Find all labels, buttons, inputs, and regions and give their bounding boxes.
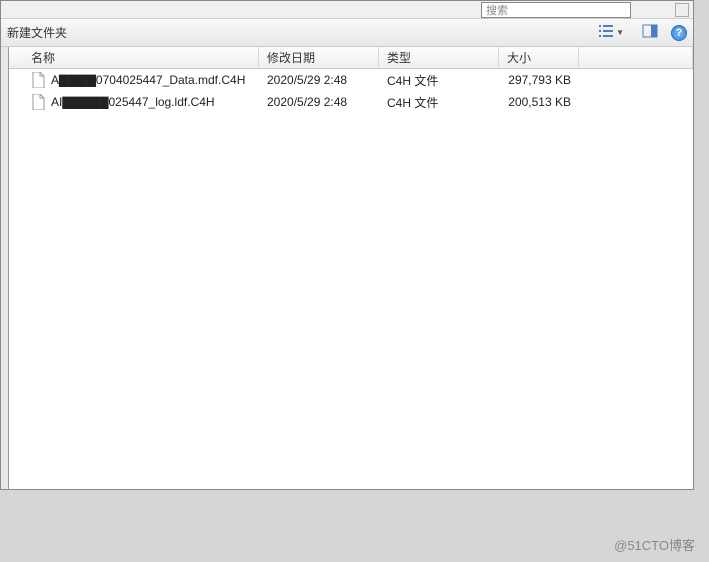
file-icon [31, 94, 45, 110]
preview-pane-button[interactable] [637, 20, 663, 45]
file-date: 2020/5/29 2:48 [259, 73, 379, 87]
column-header-size[interactable]: 大小 [499, 47, 579, 68]
view-mode-dropdown[interactable]: ▼ [593, 20, 629, 45]
window-control-icon[interactable] [675, 3, 689, 17]
toolbar: 新建文件夹 ▼ ? [1, 19, 693, 47]
search-placeholder: 搜索 [486, 2, 508, 18]
file-size: 297,793 KB [499, 73, 579, 87]
column-header-spacer [579, 47, 693, 68]
watermark-text: @51CTO博客 [614, 535, 695, 554]
column-header-type[interactable]: 类型 [379, 47, 499, 68]
file-type: C4H 文件 [379, 72, 499, 89]
table-row[interactable]: A▇▇▇▇0704025447_Data.mdf.C4H 2020/5/29 2… [9, 69, 693, 91]
table-row[interactable]: AI▇▇▇▇▇025447_log.ldf.C4H 2020/5/29 2:48… [9, 91, 693, 113]
explorer-window: 搜索 新建文件夹 ▼ ? [0, 0, 694, 490]
file-size: 200,513 KB [499, 95, 579, 109]
file-type: C4H 文件 [379, 94, 499, 111]
view-list-icon [598, 23, 614, 42]
help-icon[interactable]: ? [671, 25, 687, 41]
search-input[interactable]: 搜索 [481, 2, 631, 18]
preview-pane-icon [642, 23, 658, 42]
file-name: AI▇▇▇▇▇025447_log.ldf.C4H [51, 95, 215, 109]
column-header-date[interactable]: 修改日期 [259, 47, 379, 68]
address-bar-row: 搜索 [1, 1, 693, 19]
file-list-view[interactable]: 名称 修改日期 类型 大小 A▇▇▇▇0704025447_Data.mdf.C… [9, 47, 693, 489]
column-header-name[interactable]: 名称 [9, 47, 259, 68]
new-folder-button[interactable]: 新建文件夹 [7, 24, 67, 41]
file-date: 2020/5/29 2:48 [259, 95, 379, 109]
content-area: 名称 修改日期 类型 大小 A▇▇▇▇0704025447_Data.mdf.C… [1, 47, 693, 489]
chevron-down-icon: ▼ [616, 28, 624, 37]
file-name: A▇▇▇▇0704025447_Data.mdf.C4H [51, 73, 245, 87]
column-headers: 名称 修改日期 类型 大小 [9, 47, 693, 69]
nav-pane-edge[interactable] [1, 47, 9, 489]
file-icon [31, 72, 45, 88]
